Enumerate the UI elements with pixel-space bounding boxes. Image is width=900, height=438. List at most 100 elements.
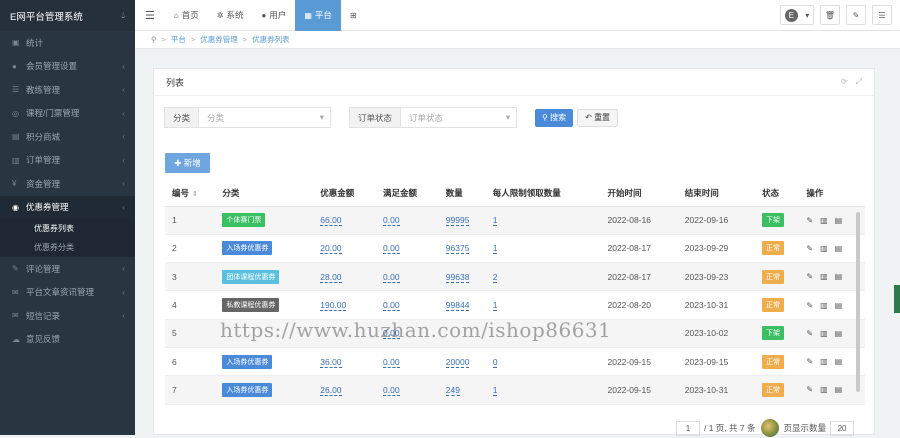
cell-amount-link[interactable]: 36.00 bbox=[320, 356, 342, 368]
status-badge[interactable]: 正常 bbox=[761, 241, 784, 256]
edit-icon[interactable]: ✎ bbox=[806, 385, 813, 394]
column-header[interactable]: 优惠金额 bbox=[313, 180, 377, 207]
sidebar-item[interactable]: 优惠券分类 bbox=[0, 238, 135, 257]
user-menu[interactable]: E ▾ bbox=[780, 5, 814, 25]
cell-min-amount-link[interactable]: 0.00 bbox=[383, 356, 400, 368]
edit-icon[interactable]: ✎ bbox=[846, 5, 866, 25]
table-scrollbar[interactable] bbox=[856, 212, 860, 392]
cell-limit-link[interactable]: 0 bbox=[492, 356, 498, 368]
cell-quantity-link[interactable]: 96375 bbox=[445, 243, 470, 255]
trash-icon[interactable]: ▥ bbox=[820, 329, 828, 338]
edit-icon[interactable]: ✎ bbox=[806, 216, 813, 225]
detail-icon[interactable]: ▤ bbox=[835, 301, 843, 310]
column-header[interactable]: 满足金额 bbox=[376, 180, 439, 207]
status-select[interactable]: 订单状态 ▾ bbox=[401, 107, 518, 128]
sidebar-item[interactable]: ☁ 意见反馈 bbox=[0, 328, 135, 352]
tab-home[interactable]: ⌂ 首页 bbox=[165, 0, 208, 31]
refresh-icon[interactable]: ⟳ bbox=[841, 77, 848, 87]
cell-quantity-link[interactable]: 99995 bbox=[445, 215, 470, 227]
breadcrumb-item[interactable]: 平台 bbox=[171, 34, 186, 45]
column-header[interactable]: 操作 bbox=[799, 180, 865, 207]
cell-limit-link[interactable]: 1 bbox=[492, 384, 498, 396]
cell-limit-link[interactable]: 1 bbox=[492, 243, 498, 255]
sidebar-item[interactable]: ¥ 资金管理 ‹ bbox=[0, 172, 135, 196]
cell-amount-link[interactable]: 20.00 bbox=[320, 243, 342, 255]
detail-icon[interactable]: ▤ bbox=[835, 357, 843, 366]
cell-amount-link[interactable]: 66.00 bbox=[320, 215, 342, 227]
sidebar-item[interactable]: ◉ 优惠券管理 ‹ bbox=[0, 195, 135, 219]
cell-min-amount-link[interactable]: 0.00 bbox=[383, 243, 400, 255]
detail-icon[interactable]: ▤ bbox=[835, 385, 843, 394]
reset-button[interactable]: ↶ 重置 bbox=[577, 108, 619, 127]
category-select[interactable]: 分类 ▾ bbox=[199, 107, 332, 128]
status-badge[interactable]: 正常 bbox=[761, 269, 784, 284]
status-badge[interactable]: 正常 bbox=[761, 382, 784, 397]
cell-min-amount-link[interactable]: 0.00 bbox=[383, 215, 400, 227]
trash-icon[interactable]: ▥ bbox=[820, 272, 828, 281]
water-drop-icon[interactable]: 💧︎ bbox=[121, 10, 125, 21]
tab-grid[interactable]: ▦ 平台 bbox=[295, 0, 341, 31]
column-header[interactable]: 编号 ⇕ bbox=[165, 180, 216, 207]
detail-icon[interactable]: ▤ bbox=[835, 244, 843, 253]
status-badge[interactable]: 正常 bbox=[761, 354, 784, 369]
trash-icon[interactable]: 🗑︎ bbox=[820, 5, 840, 25]
hamburger-icon[interactable]: ☰ bbox=[135, 0, 165, 31]
per-page-input[interactable]: 20 bbox=[830, 420, 855, 436]
status-badge[interactable]: 下架 bbox=[761, 213, 784, 228]
edit-icon[interactable]: ✎ bbox=[806, 357, 813, 366]
breadcrumb-item[interactable]: 优惠券管理 bbox=[200, 34, 238, 45]
floating-avatar[interactable] bbox=[759, 418, 780, 438]
trash-icon[interactable]: ▥ bbox=[820, 301, 828, 310]
trash-icon[interactable]: ▥ bbox=[820, 357, 828, 366]
sidebar-item[interactable]: ▣ 统计 bbox=[0, 31, 135, 55]
sort-icon[interactable]: ⇕ bbox=[192, 191, 198, 198]
status-badge[interactable]: 下架 bbox=[761, 326, 784, 341]
sidebar-item[interactable]: ☰ 教练管理 ‹ bbox=[0, 78, 135, 102]
sidebar-item[interactable]: ✉ 短信记录 ‹ bbox=[0, 304, 135, 328]
column-header[interactable]: 数量 bbox=[438, 180, 486, 207]
cell-limit-link[interactable]: 1 bbox=[492, 215, 498, 227]
tab-apps[interactable]: ⊞ bbox=[341, 0, 369, 31]
column-header[interactable]: 分类 bbox=[215, 180, 314, 207]
tab-user[interactable]: ● 用户 bbox=[252, 0, 295, 31]
cell-min-amount-link[interactable]: 0.00 bbox=[383, 384, 400, 396]
cell-amount-link[interactable]: 190.00 bbox=[320, 300, 347, 312]
cell-quantity-link[interactable]: 99638 bbox=[445, 271, 470, 283]
sidebar-item[interactable]: ✉ 平台文章资讯管理 ‹ bbox=[0, 281, 135, 305]
detail-icon[interactable]: ▤ bbox=[835, 216, 843, 225]
edit-icon[interactable]: ✎ bbox=[806, 244, 813, 253]
cell-quantity-link[interactable]: 20000 bbox=[445, 356, 470, 368]
sidebar-item[interactable]: ▥ 订单管理 ‹ bbox=[0, 149, 135, 173]
column-header[interactable]: 状态 bbox=[754, 180, 800, 207]
edit-icon[interactable]: ✎ bbox=[806, 329, 813, 338]
sidebar-item[interactable]: 优惠券列表 bbox=[0, 219, 135, 238]
page-input[interactable]: 1 bbox=[676, 420, 700, 436]
search-button[interactable]: ⚲ 搜索 bbox=[535, 108, 574, 127]
add-button[interactable]: ✚ 新增 bbox=[165, 153, 210, 173]
breadcrumb-item[interactable]: 优惠券列表 bbox=[252, 34, 290, 45]
sidebar-item[interactable]: ● 会员管理设置 ‹ bbox=[0, 55, 135, 79]
column-header[interactable]: 结束时间 bbox=[677, 180, 755, 207]
cell-amount-link[interactable]: 28.00 bbox=[320, 271, 342, 283]
column-header[interactable]: 每人限制领取数量 bbox=[485, 180, 601, 207]
detail-icon[interactable]: ▤ bbox=[835, 329, 843, 338]
edit-icon[interactable]: ✎ bbox=[806, 272, 813, 281]
trash-icon[interactable]: ▥ bbox=[820, 244, 828, 253]
sidebar-item[interactable]: ✎ 评论管理 ‹ bbox=[0, 257, 135, 281]
tab-gear[interactable]: ✲ 系统 bbox=[208, 0, 253, 31]
cell-quantity-link[interactable]: 249 bbox=[445, 384, 460, 396]
sidebar-item[interactable]: ▤ 积分商城 ‹ bbox=[0, 125, 135, 149]
detail-icon[interactable]: ▤ bbox=[835, 272, 843, 281]
cell-limit-link[interactable]: 2 bbox=[492, 271, 498, 283]
sidebar-item[interactable]: ◎ 课程/门票管理 ‹ bbox=[0, 102, 135, 126]
edit-icon[interactable]: ✎ bbox=[806, 301, 813, 310]
fullscreen-icon[interactable]: ⤢ bbox=[856, 77, 862, 87]
settings-panel-icon[interactable]: ☰ bbox=[872, 5, 892, 25]
column-header[interactable]: 开始时间 bbox=[600, 180, 678, 207]
cell-amount-link[interactable]: 26.00 bbox=[320, 384, 342, 396]
cell-limit-link[interactable]: 1 bbox=[492, 300, 498, 312]
cell-min-amount-link[interactable]: 0.00 bbox=[383, 271, 400, 283]
cell-quantity-link[interactable]: 99844 bbox=[445, 300, 470, 312]
cell-min-amount-link[interactable]: 0.00 bbox=[383, 300, 400, 312]
trash-icon[interactable]: ▥ bbox=[820, 385, 828, 394]
